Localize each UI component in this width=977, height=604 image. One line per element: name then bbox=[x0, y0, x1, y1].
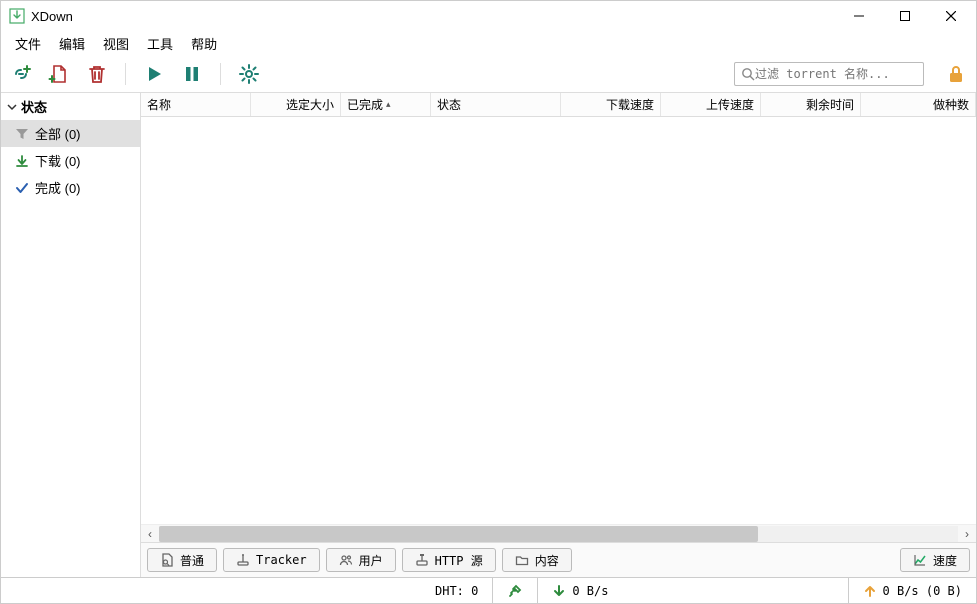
status-download-speed[interactable]: 0 B/s bbox=[538, 578, 622, 603]
col-selected-size[interactable]: 选定大小 bbox=[251, 93, 341, 116]
menubar: 文件 编辑 视图 工具 帮助 bbox=[1, 31, 976, 55]
status-dht[interactable]: DHT: 0 bbox=[421, 578, 492, 603]
col-up-speed[interactable]: 上传速度 bbox=[661, 93, 761, 116]
close-button[interactable] bbox=[928, 1, 974, 31]
window-title: XDown bbox=[31, 9, 836, 24]
pause-button[interactable] bbox=[180, 62, 204, 86]
sort-asc-icon: ▴ bbox=[386, 99, 391, 110]
search-input[interactable] bbox=[755, 67, 917, 81]
status-upload-speed[interactable]: 0 B/s (0 B) bbox=[849, 578, 976, 603]
toolbar bbox=[1, 55, 976, 93]
add-file-button[interactable] bbox=[47, 62, 71, 86]
menu-file[interactable]: 文件 bbox=[7, 31, 49, 56]
menu-tools[interactable]: 工具 bbox=[139, 31, 181, 56]
col-down-speed[interactable]: 下载速度 bbox=[561, 93, 661, 116]
menu-help[interactable]: 帮助 bbox=[183, 31, 225, 56]
server-icon bbox=[415, 553, 429, 567]
down-arrow-icon bbox=[552, 584, 566, 598]
up-arrow-icon bbox=[863, 584, 877, 598]
sidebar-header-label: 状态 bbox=[21, 97, 47, 116]
app-icon bbox=[9, 8, 25, 24]
col-status[interactable]: 状态 bbox=[431, 93, 561, 116]
tab-content[interactable]: 内容 bbox=[502, 548, 572, 572]
torrent-table: 名称 选定大小 已完成▴ 状态 下载速度 上传速度 剩余时间 做种数 ‹ › bbox=[141, 93, 976, 543]
sidebar: 状态 全部 (0) 下载 (0) 完成 (0) bbox=[1, 93, 141, 577]
filter-icon bbox=[15, 127, 29, 141]
maximize-button[interactable] bbox=[882, 1, 928, 31]
status-connection[interactable] bbox=[493, 578, 537, 603]
scroll-track[interactable] bbox=[159, 526, 958, 542]
start-button[interactable] bbox=[142, 62, 166, 86]
tab-peers[interactable]: 用户 bbox=[326, 548, 396, 572]
tab-label: 用户 bbox=[359, 552, 383, 569]
horizontal-scrollbar[interactable]: ‹ › bbox=[141, 524, 976, 542]
search-box[interactable] bbox=[734, 62, 924, 86]
tab-label: 内容 bbox=[535, 552, 559, 569]
chart-icon bbox=[913, 553, 927, 567]
col-seeds[interactable]: 做种数 bbox=[861, 93, 976, 116]
download-icon bbox=[15, 154, 29, 168]
sidebar-item-label: 下载 (0) bbox=[35, 151, 81, 170]
tab-general[interactable]: 普通 bbox=[147, 548, 217, 572]
search-icon bbox=[741, 67, 755, 81]
col-name[interactable]: 名称 bbox=[141, 93, 251, 116]
folder-icon bbox=[515, 553, 529, 567]
users-icon bbox=[339, 553, 353, 567]
menu-view[interactable]: 视图 bbox=[95, 31, 137, 56]
sidebar-item-all[interactable]: 全部 (0) bbox=[1, 120, 140, 147]
titlebar: XDown bbox=[1, 1, 976, 31]
plug-icon bbox=[507, 583, 523, 599]
tab-tracker[interactable]: Tracker bbox=[223, 548, 320, 572]
delete-button[interactable] bbox=[85, 62, 109, 86]
tab-http[interactable]: HTTP 源 bbox=[402, 548, 496, 572]
toolbar-separator bbox=[125, 63, 126, 85]
check-icon bbox=[15, 181, 29, 195]
tracker-icon bbox=[236, 553, 250, 567]
toolbar-separator-2 bbox=[220, 63, 221, 85]
tab-speed[interactable]: 速度 bbox=[900, 548, 970, 572]
main-area: 名称 选定大小 已完成▴ 状态 下载速度 上传速度 剩余时间 做种数 ‹ › bbox=[141, 93, 976, 577]
sidebar-item-completed[interactable]: 完成 (0) bbox=[1, 174, 140, 201]
chevron-down-icon bbox=[7, 102, 17, 112]
tab-label: 速度 bbox=[933, 552, 957, 569]
sidebar-header[interactable]: 状态 bbox=[1, 93, 140, 120]
table-body-empty bbox=[141, 117, 976, 524]
settings-button[interactable] bbox=[237, 62, 261, 86]
scroll-thumb[interactable] bbox=[159, 526, 758, 542]
menu-edit[interactable]: 编辑 bbox=[51, 31, 93, 56]
document-icon bbox=[160, 553, 174, 567]
sidebar-item-label: 全部 (0) bbox=[35, 124, 81, 143]
lock-icon[interactable] bbox=[944, 62, 968, 86]
statusbar: DHT: 0 0 B/s 0 B/s (0 B) bbox=[1, 577, 976, 603]
col-completed[interactable]: 已完成▴ bbox=[341, 93, 431, 116]
add-link-button[interactable] bbox=[9, 62, 33, 86]
tab-label: Tracker bbox=[256, 553, 307, 567]
detail-tabs: 普通 Tracker 用户 HTTP 源 内容 bbox=[141, 543, 976, 577]
table-header: 名称 选定大小 已完成▴ 状态 下载速度 上传速度 剩余时间 做种数 bbox=[141, 93, 976, 117]
sidebar-item-label: 完成 (0) bbox=[35, 178, 81, 197]
tab-label: 普通 bbox=[180, 552, 204, 569]
scroll-left-icon[interactable]: ‹ bbox=[141, 526, 159, 542]
minimize-button[interactable] bbox=[836, 1, 882, 31]
scroll-right-icon[interactable]: › bbox=[958, 526, 976, 542]
sidebar-item-downloading[interactable]: 下载 (0) bbox=[1, 147, 140, 174]
tab-label: HTTP 源 bbox=[435, 552, 483, 569]
col-eta[interactable]: 剩余时间 bbox=[761, 93, 861, 116]
